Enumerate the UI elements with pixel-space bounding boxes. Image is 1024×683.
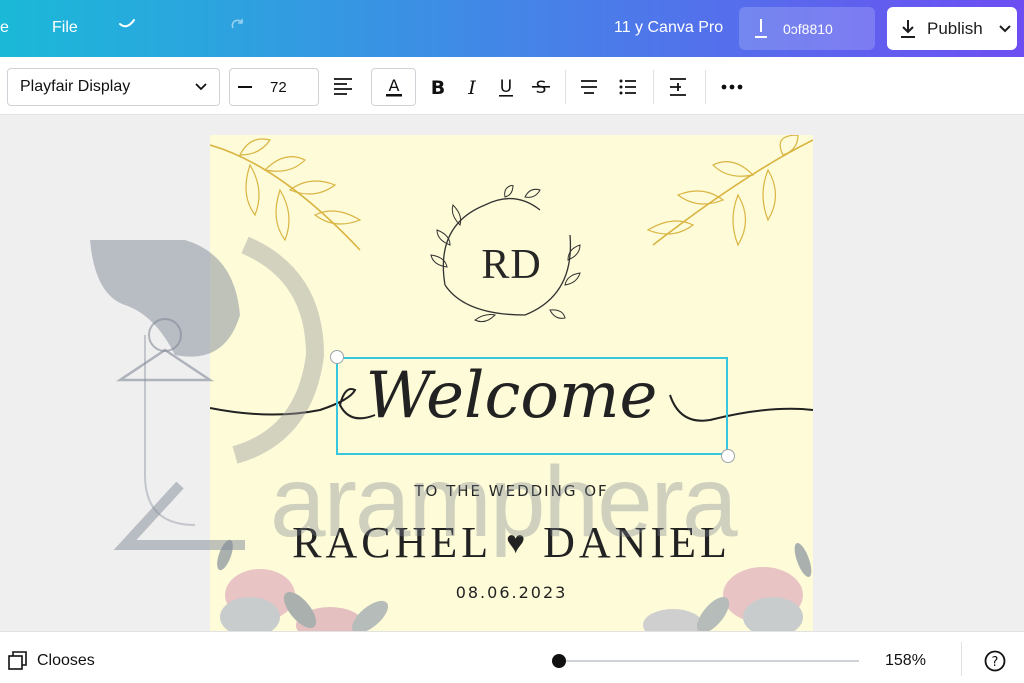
toolbar-divider bbox=[565, 70, 566, 104]
zoom-level[interactable]: 158% bbox=[885, 652, 926, 670]
help-icon[interactable]: ? bbox=[984, 650, 1006, 672]
italic-icon[interactable]: I bbox=[459, 74, 485, 100]
publish-label: Publish bbox=[927, 18, 983, 38]
zoom-slider-knob[interactable] bbox=[552, 654, 566, 668]
strikethrough-icon[interactable]: S bbox=[528, 74, 554, 100]
text-align-icon[interactable] bbox=[330, 74, 356, 100]
svg-text:B: B bbox=[431, 77, 445, 98]
bold-icon[interactable]: B bbox=[425, 74, 451, 100]
spacing-icon[interactable] bbox=[665, 74, 691, 100]
font-family-select[interactable]: Playfair Display bbox=[7, 68, 220, 106]
list-align-icon[interactable] bbox=[576, 74, 602, 100]
gold-leaf-branch-right bbox=[646, 135, 813, 247]
text-toolbar: Playfair Display 72 A B I U S bbox=[0, 57, 1024, 115]
download-icon bbox=[753, 18, 769, 40]
selection-box[interactable] bbox=[336, 357, 728, 455]
footer-divider bbox=[961, 642, 962, 676]
more-options-icon[interactable] bbox=[719, 74, 745, 100]
svg-text:S: S bbox=[536, 78, 547, 98]
pages-label[interactable]: Clooses bbox=[37, 652, 95, 670]
footer-bar: Clooses 158% ? bbox=[0, 631, 1024, 683]
svg-text:?: ? bbox=[992, 655, 999, 670]
resize-handle-top-left[interactable] bbox=[330, 350, 344, 364]
home-menu[interactable]: e bbox=[0, 19, 9, 37]
chevron-down-icon bbox=[999, 24, 1011, 33]
bullet-list-icon[interactable] bbox=[615, 74, 641, 100]
font-family-value: Playfair Display bbox=[20, 78, 131, 95]
font-size-stepper[interactable]: 72 bbox=[229, 68, 319, 106]
svg-text:I: I bbox=[467, 77, 476, 98]
watermark-text: aramphera bbox=[270, 446, 738, 558]
document-title[interactable]: 11 y Canva Pro bbox=[614, 19, 723, 37]
resize-handle-bottom-right[interactable] bbox=[721, 449, 735, 463]
svg-text:A: A bbox=[388, 76, 399, 95]
pages-icon[interactable] bbox=[8, 651, 28, 671]
decrease-size-icon[interactable] bbox=[238, 86, 252, 88]
canvas-area[interactable]: RD Welcome TO THE WEDDING OF RACHEL ♥ DANI… bbox=[0, 115, 1024, 631]
chevron-down-icon bbox=[195, 83, 207, 91]
zoom-slider[interactable] bbox=[559, 660, 859, 662]
editor-header: e File 11 y Canva Pro 0ɔf8810 Publish bbox=[0, 0, 1024, 57]
text-color-icon: A bbox=[385, 76, 403, 98]
text-color-button[interactable]: A bbox=[371, 68, 416, 106]
svg-text:U: U bbox=[500, 77, 512, 97]
share-label: 0ɔf8810 bbox=[783, 20, 833, 37]
underline-icon[interactable]: U bbox=[493, 74, 519, 100]
download-icon bbox=[899, 19, 917, 39]
toolbar-divider bbox=[705, 70, 706, 104]
undo-icon[interactable] bbox=[118, 15, 136, 38]
redo-icon[interactable] bbox=[230, 17, 246, 38]
file-menu[interactable]: File bbox=[52, 19, 78, 37]
font-size-value[interactable]: 72 bbox=[270, 79, 287, 96]
share-button[interactable]: 0ɔf8810 bbox=[739, 7, 875, 50]
toolbar-divider bbox=[653, 70, 654, 104]
publish-button[interactable]: Publish bbox=[887, 7, 1017, 50]
